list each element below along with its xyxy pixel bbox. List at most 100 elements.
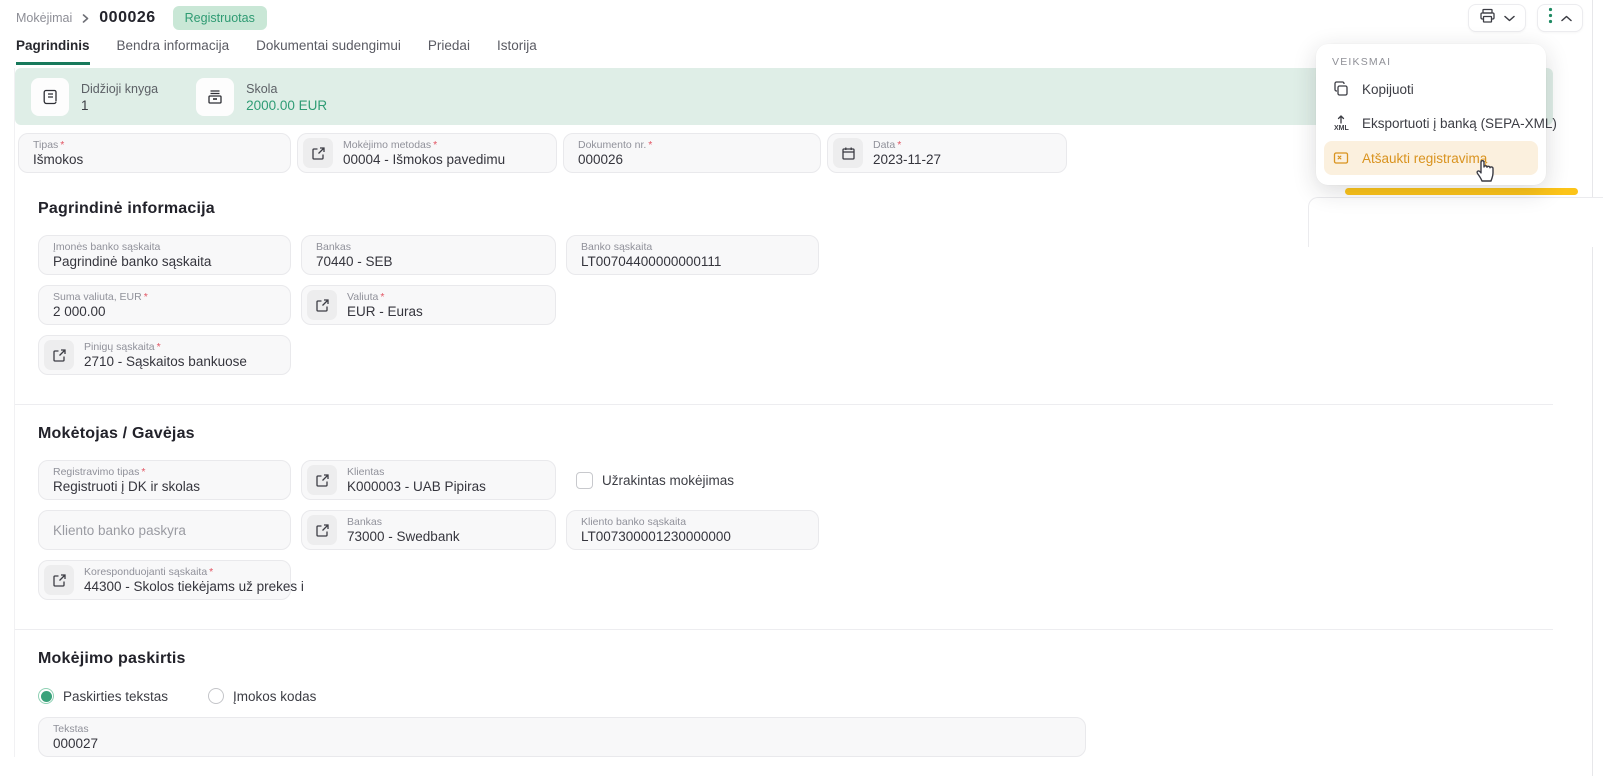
print-button[interactable] — [1468, 4, 1526, 32]
required-marker: * — [60, 139, 64, 151]
banko-saskaita-label: Banko sąskaita — [581, 241, 806, 253]
payer-bankas-field[interactable]: Bankas 73000 - Swedbank — [301, 510, 556, 550]
dokumento-nr-label: Dokumento nr. — [578, 139, 646, 151]
radio-selected-icon[interactable] — [38, 688, 54, 704]
checkbox-icon[interactable] — [576, 472, 593, 489]
kliento-banko-saskaita-field[interactable]: Kliento banko sąskaita LT007300001230000… — [566, 510, 819, 550]
tab-istorija[interactable]: Istorija — [497, 38, 537, 62]
required-marker: * — [648, 139, 652, 151]
banko-saskaita-value: LT00704400000000111 — [581, 254, 806, 269]
klientas-field[interactable]: Klientas K000003 - UAB Pipiras — [301, 460, 556, 500]
pinigu-saskaita-value: 2710 - Sąskaitos bankuose — [84, 354, 247, 369]
menu-item-kopijuoti[interactable]: Kopijuoti — [1324, 72, 1538, 106]
imones-banko-saskaita-label: Įmonės banko sąskaita — [53, 241, 278, 253]
status-badge: Registruotas — [173, 6, 267, 30]
chevron-right-icon — [81, 14, 90, 23]
tipas-field[interactable]: Tipas* Išmokos — [18, 133, 291, 173]
required-marker: * — [209, 566, 213, 578]
actions-dropdown-menu: VEIKSMAI Kopijuoti XML Eksportuoti į ban… — [1316, 44, 1546, 185]
calendar-icon[interactable] — [833, 138, 863, 168]
tekstas-value: 000027 — [53, 736, 1073, 751]
external-link-icon[interactable] — [44, 340, 74, 370]
bankas-field[interactable]: Bankas 70440 - SEB — [301, 235, 556, 275]
header-actions — [1468, 4, 1583, 32]
kliento-banko-paskyra-input[interactable] — [53, 511, 278, 549]
notification-card-edge — [1308, 197, 1603, 247]
payer-bankas-label: Bankas — [347, 516, 460, 528]
debt-summary-item: Skola 2000.00 EUR — [196, 78, 327, 116]
copy-icon — [1332, 81, 1350, 97]
tipas-label: Tipas — [33, 139, 58, 151]
breadcrumb-parent-link[interactable]: Mokėjimai — [16, 11, 72, 25]
tekstas-field[interactable]: Tekstas 000027 — [38, 717, 1086, 757]
chevron-down-icon — [1504, 9, 1515, 27]
debt-label: Skola — [246, 80, 327, 98]
breadcrumb: Mokėjimai 000026 Registruotas — [16, 6, 267, 30]
suma-valiuta-label: Suma valiuta, EUR — [53, 291, 142, 303]
koresponduojanti-saskaita-field[interactable]: Koresponduojanti sąskaita* 44300 - Skolo… — [38, 560, 291, 600]
purpose-section: Mokėjimo paskirtis Paskirties tekstas Įm… — [15, 650, 1553, 757]
data-field[interactable]: Data* 2023-11-27 — [827, 133, 1067, 173]
pinigu-saskaita-field[interactable]: Pinigų sąskaita* 2710 - Sąskaitos bankuo… — [38, 335, 291, 375]
valiuta-field[interactable]: Valiuta* EUR - Euras — [301, 285, 556, 325]
tab-priedai[interactable]: Priedai — [428, 38, 470, 62]
external-link-icon[interactable] — [307, 515, 337, 545]
data-value: 2023-11-27 — [873, 152, 941, 167]
payment-detail-page: Mokėjimai 000026 Registruotas — [0, 0, 1603, 776]
uzrakintas-mokejimas-checkbox[interactable]: Užrakintas mokėjimas — [576, 460, 734, 500]
actions-menu-header: VEIKSMAI — [1324, 56, 1538, 72]
mokejimo-metodas-field[interactable]: Mokėjimo metodas* 00004 - Išmokos pavedi… — [297, 133, 557, 173]
required-marker: * — [380, 291, 384, 303]
cancel-registration-icon — [1332, 150, 1350, 166]
payer-bankas-value: 73000 - Swedbank — [347, 529, 460, 544]
tab-bendra-informacija[interactable]: Bendra informacija — [117, 38, 230, 62]
required-marker: * — [157, 341, 161, 353]
klientas-value: K000003 - UAB Pipiras — [347, 479, 486, 494]
radio-imokos-kodas[interactable]: Įmokos kodas — [208, 688, 316, 704]
required-marker: * — [433, 139, 437, 151]
external-link-icon[interactable] — [307, 465, 337, 495]
registravimo-tipas-label: Registravimo tipas — [53, 466, 139, 478]
external-link-icon[interactable] — [303, 138, 333, 168]
menu-item-label: Atšaukti registravimą — [1362, 151, 1487, 166]
dokumento-nr-field[interactable]: Dokumento nr.* 000026 — [563, 133, 821, 173]
bankas-label: Bankas — [316, 241, 543, 253]
external-link-icon[interactable] — [44, 565, 74, 595]
koresponduojanti-saskaita-label: Koresponduojanti sąskaita — [84, 566, 207, 578]
chevron-up-icon — [1561, 9, 1572, 27]
banko-saskaita-field[interactable]: Banko sąskaita LT00704400000000111 — [566, 235, 819, 275]
klientas-label: Klientas — [347, 466, 486, 478]
kliento-banko-saskaita-label: Kliento banko sąskaita — [581, 516, 806, 528]
menu-item-atsaukti-registravima[interactable]: Atšaukti registravimą — [1324, 141, 1538, 175]
page-title: 000026 — [99, 9, 155, 27]
menu-item-label: Eksportuoti į banką (SEPA-XML) — [1362, 116, 1557, 131]
required-marker: * — [141, 466, 145, 478]
mokejimo-metodas-value: 00004 - Išmokos pavedimu — [343, 152, 505, 167]
tekstas-label: Tekstas — [53, 723, 1073, 735]
radio-unselected-icon[interactable] — [208, 688, 224, 704]
ledger-icon — [31, 78, 69, 116]
mokejimo-metodas-label: Mokėjimo metodas — [343, 139, 431, 151]
more-actions-button[interactable] — [1537, 4, 1583, 32]
registravimo-tipas-field[interactable]: Registravimo tipas* Registruoti į DK ir … — [38, 460, 291, 500]
radio-paskirties-tekstas[interactable]: Paskirties tekstas — [38, 688, 168, 704]
external-link-icon[interactable] — [307, 290, 337, 320]
kebab-icon — [1548, 7, 1553, 29]
kliento-banko-paskyra-field[interactable] — [38, 510, 291, 550]
valiuta-value: EUR - Euras — [347, 304, 423, 319]
imones-banko-saskaita-field[interactable]: Įmonės banko sąskaita Pagrindinė banko s… — [38, 235, 291, 275]
tab-dokumentai-sudengimui[interactable]: Dokumentai sudengimui — [256, 38, 401, 62]
data-label: Data — [873, 139, 895, 151]
scrollbar[interactable] — [1592, 0, 1593, 776]
ledger-label: Didžioji knyga — [81, 80, 158, 98]
uzrakintas-mokejimas-label: Užrakintas mokėjimas — [602, 473, 734, 488]
koresponduojanti-saskaita-value: 44300 - Skolos tiekėjams už prekes i — [84, 579, 304, 594]
valiuta-label: Valiuta — [347, 291, 378, 303]
archive-icon — [196, 78, 234, 116]
tab-pagrindinis[interactable]: Pagrindinis — [16, 38, 90, 65]
menu-item-eksportuoti-sepa-xml[interactable]: XML Eksportuoti į banką (SEPA-XML) — [1324, 106, 1538, 141]
registravimo-tipas-value: Registruoti į DK ir skolas — [53, 479, 278, 494]
purpose-section-title: Mokėjimo paskirtis — [38, 650, 1553, 668]
required-marker: * — [897, 139, 901, 151]
suma-valiuta-field[interactable]: Suma valiuta, EUR* 2 000.00 — [38, 285, 291, 325]
